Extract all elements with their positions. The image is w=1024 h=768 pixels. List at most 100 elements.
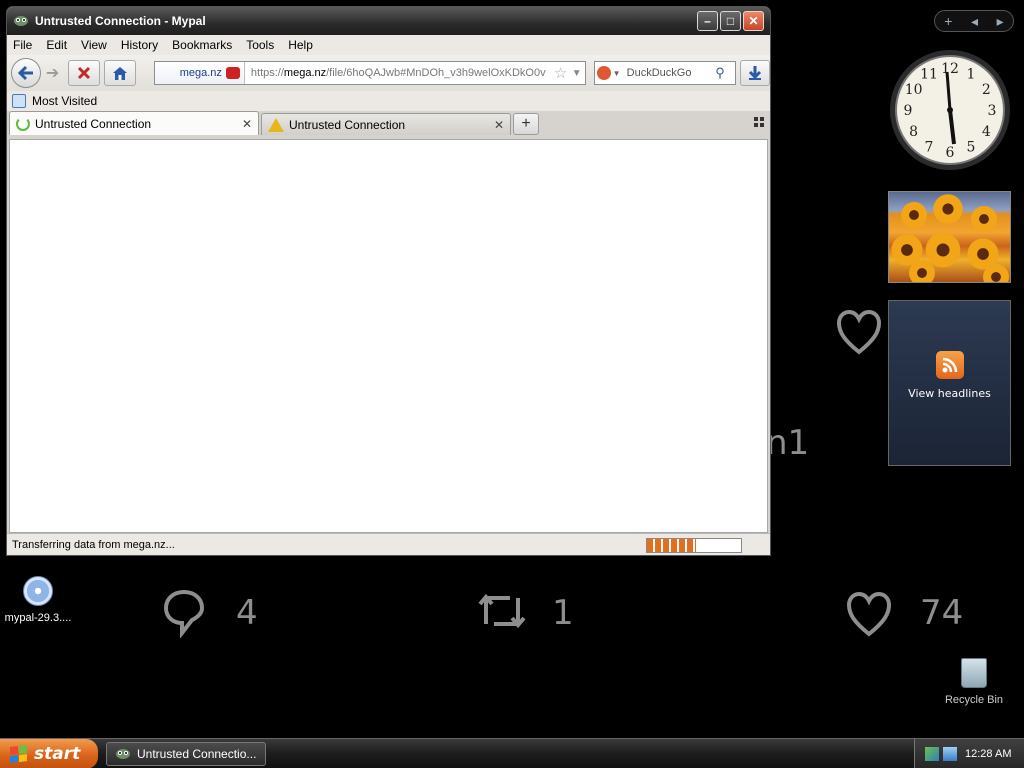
bookmarks-toolbar: Most Visited bbox=[7, 91, 770, 111]
menu-bookmarks[interactable]: Bookmarks bbox=[172, 38, 232, 52]
status-bar: Transferring data from mega.nz... bbox=[7, 533, 770, 555]
gadget-sidebar-controls: + ◂ ▸ bbox=[934, 10, 1014, 32]
url-scheme: https:// bbox=[250, 67, 284, 79]
clock-time[interactable]: 12:28 AM bbox=[965, 748, 1011, 760]
clock-numeral: 8 bbox=[909, 124, 918, 140]
navigation-toolbar: ➔ mega.nz https://mega.nz/file/6hoQAJwb#… bbox=[7, 55, 770, 91]
forward-button[interactable]: ➔ bbox=[41, 60, 65, 86]
tab-label: Untrusted Connection bbox=[289, 117, 406, 132]
browser-window: Untrusted Connection - Mypal – □ ✕ File … bbox=[6, 6, 771, 556]
search-icon[interactable]: ⚲ bbox=[715, 65, 735, 81]
desktop-icon-label: Recycle Bin bbox=[944, 694, 1004, 706]
like-icon bbox=[846, 591, 892, 637]
progress-bar bbox=[646, 538, 742, 553]
slideshow-gadget[interactable] bbox=[888, 191, 1011, 283]
clock-numeral: 7 bbox=[925, 139, 934, 155]
clock-numeral: 12 bbox=[941, 61, 959, 77]
most-visited-icon bbox=[12, 94, 26, 108]
maximize-icon: □ bbox=[726, 14, 735, 28]
search-engine-dropdown-icon: ▼ bbox=[612, 68, 621, 78]
status-text: Transferring data from mega.nz... bbox=[12, 538, 175, 551]
downloads-button[interactable] bbox=[740, 60, 770, 86]
next-page-icon[interactable]: ▸ bbox=[997, 13, 1004, 30]
add-gadget-icon[interactable]: + bbox=[944, 13, 952, 29]
start-label: start bbox=[34, 744, 81, 764]
menu-help[interactable]: Help bbox=[288, 38, 313, 52]
search-engine-button[interactable]: ▼ bbox=[595, 66, 623, 80]
view-headlines-label[interactable]: View headlines bbox=[908, 387, 991, 400]
search-input[interactable]: DuckDuckGo bbox=[623, 67, 716, 79]
warning-icon bbox=[268, 117, 284, 132]
site-identity-button[interactable]: mega.nz bbox=[154, 62, 245, 84]
tab-close-icon[interactable]: ✕ bbox=[242, 117, 252, 131]
minimize-icon: – bbox=[704, 14, 711, 28]
home-icon bbox=[113, 67, 128, 80]
site-identity-label: mega.nz bbox=[179, 67, 222, 79]
back-button[interactable] bbox=[11, 58, 41, 88]
minimize-button[interactable]: – bbox=[697, 11, 718, 31]
window-title: Untrusted Connection - Mypal bbox=[35, 14, 206, 28]
menu-history[interactable]: History bbox=[121, 38, 158, 52]
start-button[interactable]: start bbox=[0, 739, 98, 768]
like-count: 74 bbox=[920, 593, 964, 633]
tab-untrusted-connection-2[interactable]: Untrusted Connection ✕ bbox=[261, 113, 511, 135]
loading-spinner-icon bbox=[16, 116, 30, 131]
close-icon: ✕ bbox=[748, 14, 759, 28]
network-icon[interactable] bbox=[943, 747, 957, 761]
tab-close-icon[interactable]: ✕ bbox=[494, 118, 504, 132]
menu-edit[interactable]: Edit bbox=[46, 38, 67, 52]
clock-numeral: 5 bbox=[967, 139, 976, 155]
close-button[interactable]: ✕ bbox=[743, 11, 764, 31]
progress-fill bbox=[647, 539, 696, 552]
clock-gadget[interactable]: 12 12 3 45678 9 1011 bbox=[888, 48, 1012, 172]
mypal-icon bbox=[14, 16, 28, 26]
broken-lock-icon bbox=[225, 67, 240, 79]
retweet-icon bbox=[478, 593, 526, 629]
menu-tools[interactable]: Tools bbox=[246, 38, 274, 52]
menu-bar: File Edit View History Bookmarks Tools H… bbox=[7, 35, 770, 55]
taskbar-item-mypal[interactable]: Untrusted Connectio... bbox=[106, 742, 266, 766]
forward-arrow-icon: ➔ bbox=[45, 65, 60, 82]
tab-untrusted-connection-1[interactable]: Untrusted Connection ✕ bbox=[9, 111, 259, 135]
url-dropdown-icon[interactable]: ▼ bbox=[569, 68, 585, 79]
page-content[interactable] bbox=[9, 139, 768, 533]
rss-icon bbox=[935, 351, 964, 379]
menu-view[interactable]: View bbox=[81, 38, 107, 52]
reply-count: 4 bbox=[236, 593, 258, 633]
stop-button[interactable] bbox=[68, 60, 101, 86]
installer-cd-icon bbox=[23, 576, 53, 606]
clock-numeral: 3 bbox=[988, 103, 997, 119]
clock-numeral: 2 bbox=[982, 82, 991, 98]
retweet-count: 1 bbox=[552, 593, 574, 633]
clock-numeral: 9 bbox=[904, 103, 913, 119]
maximize-button[interactable]: □ bbox=[720, 11, 741, 31]
new-tab-button[interactable]: + bbox=[513, 113, 539, 135]
bookmark-most-visited[interactable]: Most Visited bbox=[32, 94, 97, 108]
url-path: /file/6hoQAJwb#MnDOh_v3h9welOxKDkO0v bbox=[326, 67, 546, 79]
list-all-tabs-icon[interactable] bbox=[754, 117, 764, 127]
url-bar[interactable]: mega.nz https://mega.nz/file/6hoQAJwb#Mn… bbox=[153, 61, 586, 85]
bookmark-star-icon[interactable]: ☆ bbox=[553, 64, 569, 82]
taskbar-item-label: Untrusted Connectio... bbox=[137, 747, 257, 761]
previous-page-icon[interactable]: ◂ bbox=[971, 13, 978, 30]
clock-numeral: 4 bbox=[982, 124, 991, 140]
desktop-icon-mypal-installer[interactable]: mypal-29.3.... bbox=[2, 576, 74, 624]
url-input[interactable]: https://mega.nz/file/6hoQAJwb#MnDOh_v3h9… bbox=[245, 67, 553, 79]
plus-icon: + bbox=[521, 115, 531, 132]
clock-numeral: 10 bbox=[905, 82, 923, 98]
search-bar[interactable]: ▼ DuckDuckGo ⚲ bbox=[593, 61, 737, 85]
reply-icon bbox=[163, 589, 205, 638]
clock-numeral: 6 bbox=[946, 145, 955, 161]
safely-remove-hardware-icon[interactable] bbox=[925, 747, 939, 761]
background-count-partial: n1 bbox=[766, 423, 810, 463]
home-button[interactable] bbox=[104, 60, 136, 86]
desktop-icon-recycle-bin[interactable]: Recycle Bin bbox=[940, 658, 1008, 706]
title-bar[interactable]: Untrusted Connection - Mypal – □ ✕ bbox=[7, 7, 770, 35]
feed-headlines-gadget[interactable]: View headlines bbox=[888, 300, 1011, 466]
mypal-icon bbox=[116, 749, 130, 759]
menu-file[interactable]: File bbox=[13, 38, 32, 52]
download-arrow-icon bbox=[749, 66, 762, 80]
windows-logo-icon bbox=[10, 745, 28, 763]
system-tray: 12:28 AM bbox=[914, 739, 1024, 768]
tab-label: Untrusted Connection bbox=[35, 116, 152, 131]
